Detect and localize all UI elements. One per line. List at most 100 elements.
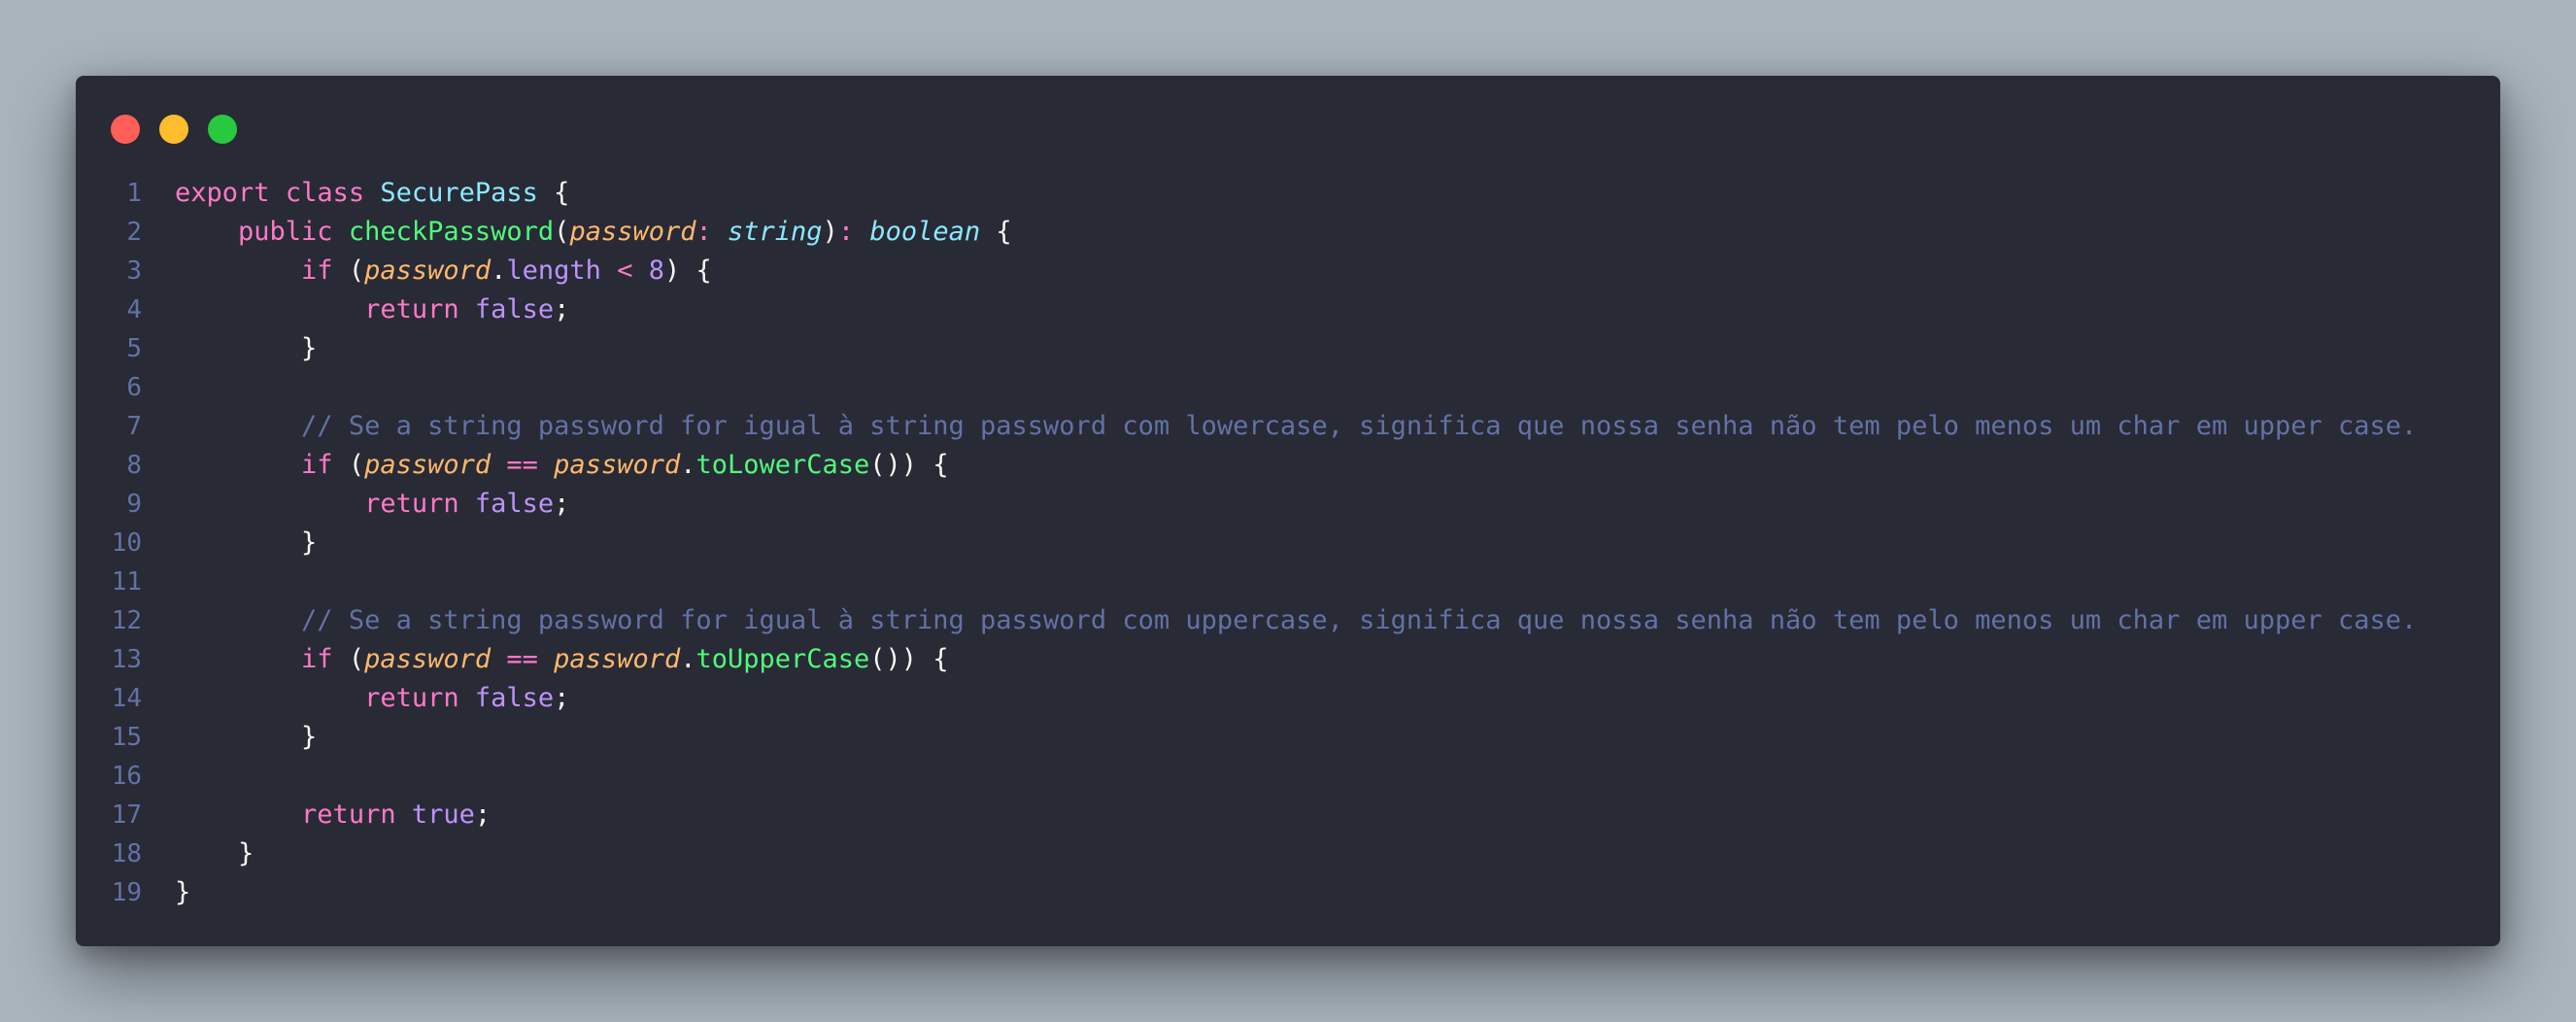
- code-token-param: password: [364, 450, 491, 480]
- code-token-punct: .: [491, 256, 507, 286]
- line-number: 14: [111, 684, 142, 713]
- code-token-punct: ;: [554, 489, 570, 519]
- code-line: 18 }: [76, 835, 2500, 873]
- code-line: 16: [76, 757, 2500, 796]
- maximize-icon[interactable]: [208, 115, 237, 144]
- line-code: return true;: [175, 796, 491, 835]
- code-token-class_name: SecurePass: [380, 178, 538, 208]
- minimize-icon[interactable]: [159, 115, 188, 144]
- line-number: 17: [111, 801, 142, 830]
- line-number: 2: [126, 218, 142, 247]
- code-token-num: 8: [648, 256, 664, 286]
- line-code: return false;: [175, 290, 569, 329]
- code-token-op: <: [617, 256, 633, 286]
- code-token-func: toUpperCase: [695, 644, 870, 674]
- line-number: 7: [126, 412, 142, 441]
- line-number: 6: [126, 373, 142, 402]
- line-number: 12: [111, 606, 142, 635]
- code-token-comment: // Se a string password for igual à stri…: [301, 411, 2418, 441]
- code-line: 19}: [76, 873, 2500, 912]
- line-number: 13: [111, 645, 142, 674]
- code-token-keyword: return: [364, 294, 459, 324]
- line-code: }: [175, 873, 190, 912]
- code-token-punct: (: [554, 217, 570, 247]
- code-token-punct: ) {: [664, 256, 712, 286]
- code-token-punct: (: [332, 450, 365, 480]
- line-code: if (password.length < 8) {: [175, 252, 712, 290]
- code-line: 10 }: [76, 524, 2500, 562]
- line-code: export class SecurePass {: [175, 174, 569, 213]
- code-token-const: false: [474, 294, 555, 324]
- line-number: 1: [126, 179, 142, 208]
- code-token-param: password: [554, 644, 681, 674]
- code-line: 5 }: [76, 329, 2500, 368]
- code-token-punct: ()) {: [869, 450, 949, 480]
- code-token-param: password: [554, 450, 681, 480]
- code-line: 3 if (password.length < 8) {: [76, 252, 2500, 290]
- code-token-const: false: [474, 489, 555, 519]
- code-token-type: string: [728, 217, 823, 247]
- code-token-op: ==: [506, 644, 538, 674]
- code-token-type: boolean: [869, 217, 981, 247]
- code-token-comment: // Se a string password for igual à stri…: [301, 605, 2418, 635]
- code-token-punct: .: [680, 450, 696, 480]
- code-token-punct: }: [301, 528, 318, 558]
- line-number: 19: [111, 878, 142, 907]
- line-code: // Se a string password for igual à stri…: [175, 601, 2417, 640]
- line-number: 3: [126, 256, 142, 286]
- code-token-punct: ()) {: [869, 644, 949, 674]
- line-number: 9: [126, 490, 142, 519]
- code-block: 1 export class SecurePass { 2 public check…: [76, 174, 2500, 912]
- line-code: // Se a string password for igual à stri…: [175, 407, 2417, 446]
- line-number: 15: [111, 723, 142, 752]
- code-token-punct: }: [301, 722, 318, 752]
- code-token-func: checkPassword: [348, 217, 555, 247]
- code-line: 17 return true;: [76, 796, 2500, 835]
- code-token-punct: (: [332, 644, 365, 674]
- code-token-const: true: [411, 800, 475, 830]
- line-code: public checkPassword(password: string): …: [175, 213, 1012, 252]
- code-token-keyword: return: [364, 683, 459, 713]
- code-token-op: ==: [506, 450, 538, 480]
- code-line: 1 export class SecurePass {: [76, 174, 2500, 213]
- code-token-punct: }: [175, 877, 191, 907]
- code-line: 6: [76, 368, 2500, 407]
- line-code: return false;: [175, 485, 569, 524]
- line-number: 11: [111, 567, 142, 596]
- code-token-keyword: return: [364, 489, 459, 519]
- line-code: }: [175, 329, 317, 368]
- code-token-keyword: if: [301, 450, 333, 480]
- code-token-keyword: return: [301, 800, 396, 830]
- code-token-keyword: if: [301, 644, 333, 674]
- line-number: 10: [111, 528, 142, 558]
- code-token-const: false: [474, 683, 555, 713]
- close-icon[interactable]: [111, 115, 140, 144]
- code-token-keyword: public: [238, 217, 333, 247]
- code-token-punct: ;: [554, 294, 570, 324]
- code-token-param: password: [569, 217, 696, 247]
- code-line: 8 if (password == password.toLowerCase()…: [76, 446, 2500, 485]
- line-code: }: [175, 524, 317, 562]
- code-token-punct: ;: [554, 683, 570, 713]
